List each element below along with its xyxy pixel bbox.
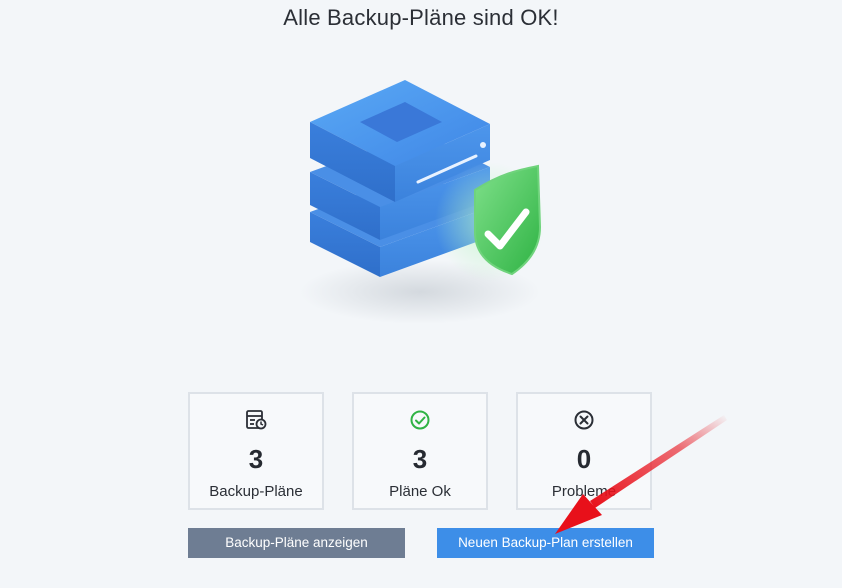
page-title: Alle Backup-Pläne sind OK! [283, 5, 559, 30]
server-shield-illustration [300, 80, 545, 324]
stat-value: 3 [248, 444, 264, 474]
x-circle-icon [518, 408, 650, 432]
backup-plan-icon [190, 408, 322, 432]
stat-card-backup-plans: 3 Backup-Pläne [188, 392, 324, 510]
create-backup-plan-button[interactable]: Neuen Backup-Plan erstellen [437, 528, 654, 558]
stat-label: Probleme [551, 483, 617, 500]
stat-card-plans-ok: 3 Pläne Ok [352, 392, 488, 510]
check-circle-icon [354, 408, 486, 432]
stat-label: Pläne Ok [389, 483, 451, 500]
stat-card-problems: 0 Probleme [516, 392, 652, 510]
stat-value: 3 [412, 444, 428, 474]
stat-label: Backup-Pläne [209, 483, 303, 500]
show-backup-plans-button[interactable]: Backup-Pläne anzeigen [188, 528, 405, 558]
stat-value: 0 [576, 444, 592, 474]
